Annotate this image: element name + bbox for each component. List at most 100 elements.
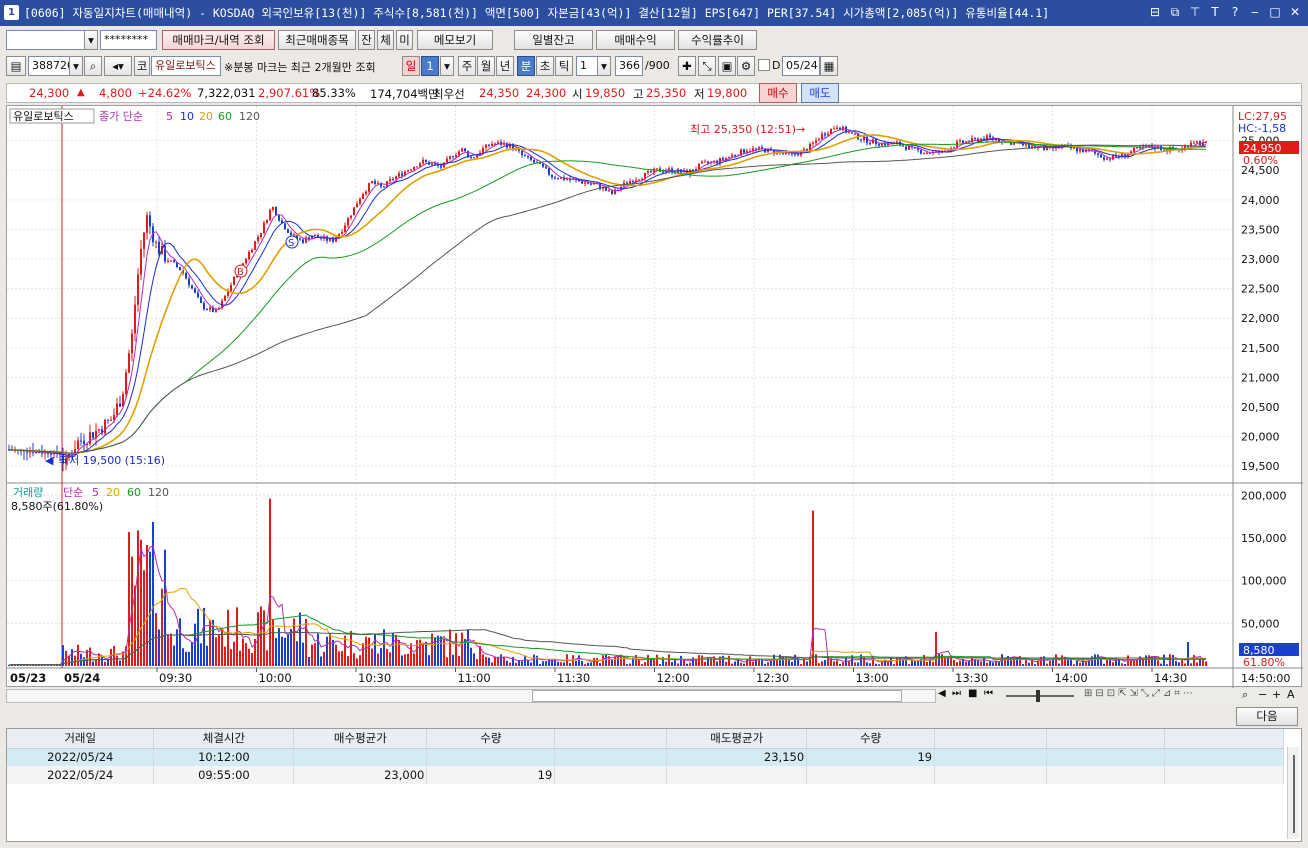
candle-body [758,147,760,149]
period-month-button[interactable]: 월 [477,56,495,76]
font-icon[interactable]: T [1208,4,1222,20]
period-tick-button[interactable]: 틱 [555,56,573,76]
save-icon[interactable]: ▣ [718,56,736,76]
help-icon[interactable]: ? [1228,4,1242,20]
market-badge: 코 [134,56,150,76]
period-week-button[interactable]: 주 [458,56,476,76]
grid-header-9[interactable] [1164,729,1285,749]
period-year-button[interactable]: 년 [496,56,514,76]
layout-icon[interactable]: ⊟ [1148,4,1162,20]
tick-n-input[interactable]: 1 [576,56,598,76]
line-tool-icon[interactable]: ⤡ [698,56,716,76]
candle-body [344,225,346,233]
grid-header-7[interactable] [934,729,1048,749]
volume-bar [500,654,502,666]
candle-body [545,166,547,169]
text-tool-icon[interactable]: A [1287,688,1295,701]
chart-menu-icon[interactable]: ▤ [6,56,26,76]
candle-body [272,207,274,210]
first-icon[interactable]: ⏭ [952,688,961,699]
link-icon[interactable]: ⧉ [1168,4,1182,20]
buy-button[interactable]: 매수 [759,83,797,103]
volume-bar [1106,659,1108,666]
volume-bars [8,498,1207,666]
table-cell: 19 [806,748,936,766]
candle-body [173,260,175,263]
account-select[interactable] [6,30,86,50]
grid-header-5[interactable]: 매도평균가 [666,729,808,749]
executed-button[interactable]: 체 [377,30,394,50]
return-trend-button[interactable]: 수익률추이 [678,30,757,50]
candle-body [1196,141,1198,143]
grid-header-4[interactable] [554,729,668,749]
account-dropdown-icon[interactable]: ▾ [84,30,98,50]
grid-header-0[interactable]: 거래일 [7,729,155,749]
candle-tool-icon[interactable]: ✚ [678,56,696,76]
stock-code-input[interactable]: 388720 [28,56,74,76]
period-second-button[interactable]: 초 [536,56,554,76]
grid-scrollbar[interactable] [1287,747,1299,839]
grid-header-6[interactable]: 수량 [806,729,936,749]
zoom-out-icon[interactable]: − [1258,688,1267,701]
table-row[interactable]: 2022/05/24 10:12:00 23,150 19 [7,748,1285,766]
balance-button[interactable]: 잔 [358,30,375,50]
zoom-slider-handle[interactable] [1036,690,1040,702]
settings-gear-icon[interactable]: ⚙ [737,56,755,76]
volume-bar [854,662,856,666]
table-row[interactable]: 2022/05/24 09:55:00 23,000 19 [7,766,1285,784]
sell-button[interactable]: 매도 [801,83,839,103]
password-field[interactable]: ******** [100,30,157,50]
grid-header-2[interactable]: 매수평균가 [293,729,428,749]
period-n-input[interactable]: 1 [421,56,439,76]
scroll-thumb[interactable] [532,690,902,702]
calendar-icon[interactable]: ▦ [820,56,838,76]
minimize-icon[interactable]: ‒ [1248,4,1262,20]
period-day-button[interactable]: 일 [402,56,420,76]
volume-bar [572,655,574,666]
grid-header-8[interactable] [1046,729,1165,749]
tick-dropdown-icon[interactable]: ▾ [597,56,611,76]
volume-bar [890,657,892,666]
search-icon[interactable]: ⌕ [84,56,102,76]
stop-icon[interactable]: ■ [968,688,977,699]
unexecuted-button[interactable]: 미 [396,30,413,50]
period-minute-button[interactable]: 분 [517,56,535,76]
volume-bar [326,636,328,666]
period-dropdown-icon[interactable]: ▾ [440,56,454,76]
trade-mark-query-button[interactable]: 매매마크/내역 조회 [162,30,275,50]
magnifier-icon[interactable]: ⌕ [1242,688,1248,702]
date-input[interactable]: 05/24 [782,56,820,76]
price-volume-chart[interactable]: 25,00024,50024,00023,50023,00022,50022,0… [7,106,1303,688]
code-dropdown-icon[interactable]: ▾ [69,56,83,76]
price-legend-ma5: 5 [166,110,173,123]
next-button[interactable]: 다음 [1236,707,1298,726]
volume-bar [503,656,505,666]
recent-trades-button[interactable]: 최근매매종목 [278,30,356,50]
candle-body [455,155,457,157]
daily-balance-button[interactable]: 일별잔고 [514,30,593,50]
d-label: D [772,59,781,72]
volume-ma-5-line [8,545,1207,666]
grid-header-3[interactable]: 수량 [426,729,556,749]
grid-header-1[interactable]: 체결시간 [153,729,295,749]
chart-scrollbar[interactable] [6,689,936,703]
scroll-left-icon[interactable]: ◀ [938,688,946,699]
volume-bar [956,662,958,666]
candle-body [452,156,454,158]
volume-bar [119,660,121,666]
candle-body [848,132,850,134]
memo-button[interactable]: 메모보기 [417,30,493,50]
close-icon[interactable]: ✕ [1288,4,1302,20]
drawing-tools-icons[interactable]: ⊞⊟⊡⇱⇲⤡⤢⊿⌗⋯ [1084,688,1196,699]
zoom-in-icon[interactable]: + [1272,688,1281,701]
count-input[interactable]: 366 [615,56,643,76]
chart-area[interactable]: 25,00024,50024,00023,50023,00022,50022,0… [6,105,1303,688]
maximize-icon[interactable]: □ [1268,4,1282,20]
d-checkbox[interactable] [758,59,770,71]
grid-scroll-thumb[interactable] [1293,755,1295,833]
last-icon[interactable]: ⏮ [984,688,993,699]
trade-profit-button[interactable]: 매매수익 [596,30,675,50]
pin-icon[interactable]: ⊤ [1188,4,1202,20]
zoom-slider[interactable] [1006,695,1074,697]
sound-icon[interactable]: ◂▾ [104,56,132,76]
